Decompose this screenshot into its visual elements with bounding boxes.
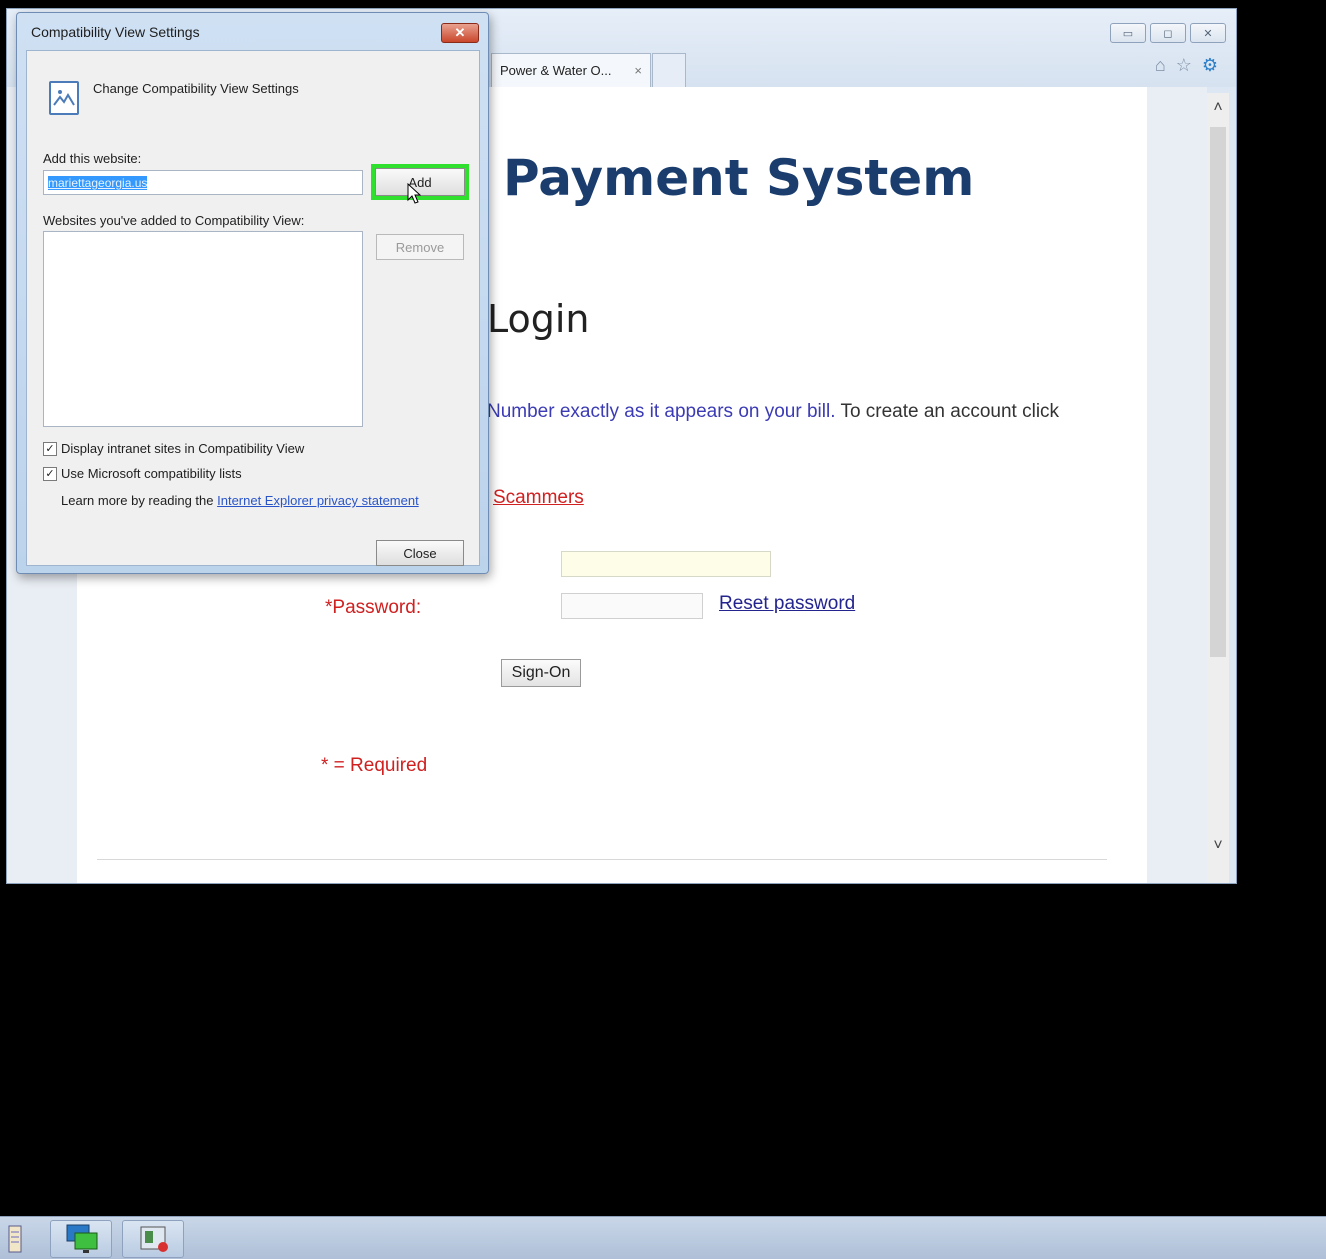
create-account-text: To create an account click	[840, 401, 1060, 422]
scroll-up-icon[interactable]: ˄	[1208, 99, 1228, 119]
privacy-statement-link[interactable]: Internet Explorer privacy statement	[217, 493, 419, 508]
account-number-input[interactable]	[561, 551, 771, 577]
tab-title: Power & Water O...	[500, 63, 612, 78]
learn-more-label: Learn more by reading the	[61, 493, 214, 508]
website-input[interactable]: mariettageorgia.us	[43, 170, 363, 195]
remove-button[interactable]: Remove	[376, 234, 464, 260]
remote-desktop-icon[interactable]	[50, 1220, 112, 1258]
browser-tab[interactable]: Power & Water O... ×	[491, 53, 651, 87]
websites-list[interactable]	[43, 231, 363, 427]
learn-more-text: Learn more by reading the Internet Explo…	[61, 493, 419, 508]
login-instructions: Number exactly as it appears on your bil…	[487, 401, 1059, 423]
dialog-subtitle: Change Compatibility View Settings	[93, 81, 299, 96]
website-input-value: mariettageorgia.us	[48, 176, 148, 190]
add-website-label: Add this website:	[43, 151, 142, 166]
taskbar	[0, 1216, 1326, 1259]
scrollbar-thumb[interactable]	[1210, 127, 1226, 657]
ms-lists-checkbox-label: Use Microsoft compatibility lists	[61, 466, 242, 481]
intranet-checkbox[interactable]: ✓	[43, 441, 57, 456]
password-label: *Password:	[325, 597, 422, 618]
compatibility-view-dialog: Compatibility View Settings ✕ Change Com…	[16, 12, 489, 574]
sign-on-button[interactable]: Sign-On	[501, 659, 581, 687]
minimize-icon[interactable]: ▭	[1110, 23, 1146, 43]
restore-icon[interactable]: ◻	[1150, 23, 1186, 43]
screen-recorder-icon[interactable]	[122, 1220, 184, 1258]
close-button[interactable]: Close	[376, 540, 464, 566]
page-right-gutter	[1147, 87, 1207, 883]
login-heading: Login	[487, 297, 590, 341]
dialog-close-icon[interactable]: ✕	[441, 23, 479, 43]
ms-lists-checkbox-row[interactable]: ✓ Use Microsoft compatibility lists	[43, 466, 242, 481]
scroll-down-icon[interactable]: ˅	[1208, 837, 1228, 857]
settings-gear-icon[interactable]: ⚙	[1202, 55, 1218, 76]
dialog-title: Compatibility View Settings	[31, 24, 200, 40]
favorites-star-icon[interactable]: ☆	[1176, 55, 1192, 76]
close-icon[interactable]: ✕	[1190, 23, 1226, 43]
mouse-cursor-icon	[407, 182, 422, 210]
browser-toolbar: ⌂ ☆ ⚙	[1155, 55, 1218, 76]
page-heading: Payment System	[503, 149, 975, 207]
home-icon[interactable]: ⌂	[1155, 55, 1166, 76]
password-input[interactable]	[561, 593, 703, 619]
required-note: * = Required	[321, 755, 428, 776]
compatibility-page-icon	[49, 81, 79, 115]
window-controls: ▭ ◻ ✕	[1110, 23, 1226, 43]
intranet-checkbox-row[interactable]: ✓ Display intranet sites in Compatibilit…	[43, 441, 304, 456]
ms-lists-checkbox[interactable]: ✓	[43, 466, 57, 481]
divider	[97, 859, 1107, 860]
dialog-body: Change Compatibility View Settings Add t…	[26, 50, 480, 566]
intranet-checkbox-label: Display intranet sites in Compatibility …	[61, 441, 305, 456]
websites-list-label: Websites you've added to Compatibility V…	[43, 213, 305, 228]
new-tab-button[interactable]	[652, 53, 686, 87]
instruction-text: Number exactly as it appears on your bil…	[487, 401, 836, 422]
tab-close-icon[interactable]: ×	[634, 63, 642, 78]
reset-password-link[interactable]: Reset password	[719, 593, 855, 615]
notepad-icon[interactable]	[4, 1220, 26, 1258]
scammers-link[interactable]: Scammers	[493, 487, 584, 509]
